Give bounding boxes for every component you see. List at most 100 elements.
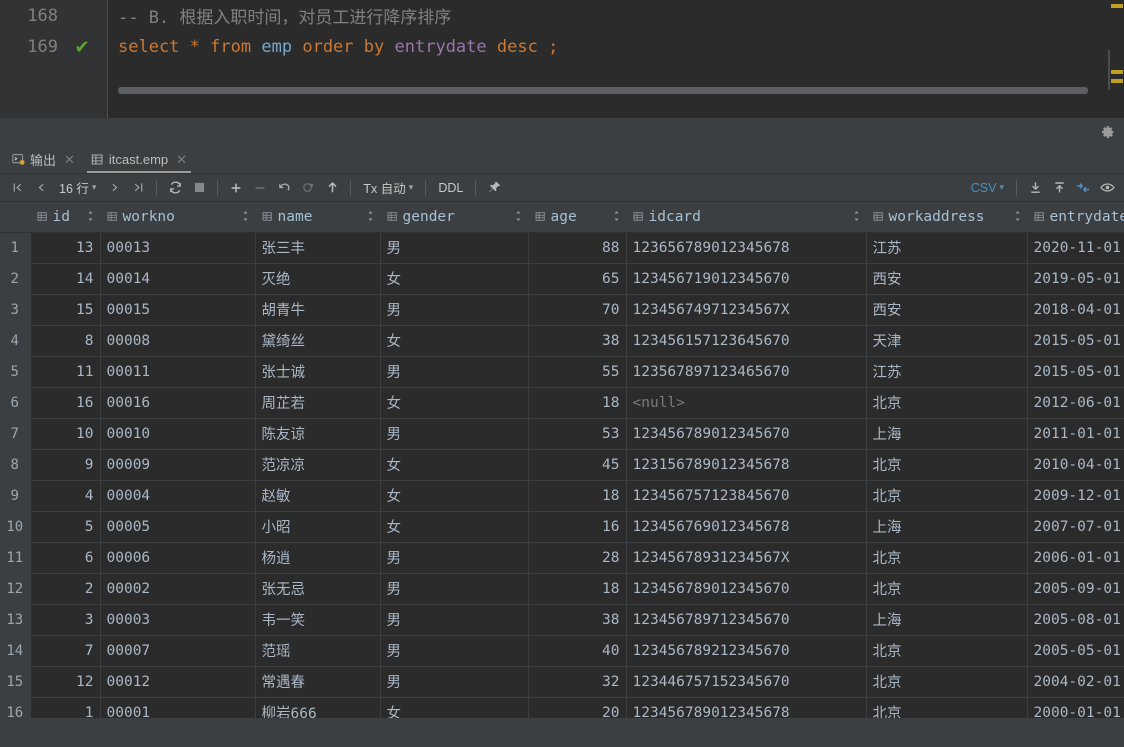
cell-workno[interactable]: 00009 bbox=[100, 449, 256, 481]
cell-age[interactable]: 45 bbox=[528, 449, 627, 481]
cell-gender[interactable]: 女 bbox=[380, 263, 529, 295]
cell-gender[interactable]: 女 bbox=[380, 480, 529, 512]
table-row[interactable]: 4 8 00008 黛绮丝女 38 123456157123645670 天津 2015-05… bbox=[0, 325, 1124, 357]
row-number[interactable]: 6 bbox=[0, 387, 31, 419]
column-header-workno[interactable]: workno bbox=[100, 202, 256, 233]
cell-idcard[interactable]: 123156789012345678 bbox=[626, 449, 867, 481]
cell-idcard[interactable]: <null> bbox=[626, 387, 867, 419]
cell-id[interactable]: 7 bbox=[30, 635, 101, 667]
table-row[interactable]: 9 4 00004 赵敏女 18 123456757123845670 北京 2009-12-… bbox=[0, 480, 1124, 512]
cell-id[interactable]: 3 bbox=[30, 604, 101, 636]
column-header-name[interactable]: name bbox=[255, 202, 381, 233]
table-row[interactable]: 5 11 00011 张士诚男 55 123567897123465670 江苏 2015-0… bbox=[0, 356, 1124, 388]
row-number[interactable]: 13 bbox=[0, 604, 31, 636]
row-number[interactable]: 4 bbox=[0, 325, 31, 357]
table-row[interactable]: 12 2 00002 张无忌男 18 123456789012345670 北京 2005-0… bbox=[0, 573, 1124, 605]
execution-success-icon[interactable]: ✔ bbox=[62, 38, 102, 56]
cell-workaddress[interactable]: 上海 bbox=[866, 511, 1028, 543]
cell-id[interactable]: 11 bbox=[30, 356, 101, 388]
editor-horizontal-scrollbar[interactable] bbox=[118, 87, 1088, 94]
compare-icon[interactable] bbox=[1072, 177, 1094, 199]
cell-age[interactable]: 32 bbox=[528, 666, 627, 698]
analysis-marker[interactable] bbox=[1111, 79, 1123, 83]
gear-icon[interactable] bbox=[1098, 122, 1118, 142]
export-to-top-icon[interactable] bbox=[1048, 177, 1070, 199]
first-page-button[interactable] bbox=[6, 177, 28, 199]
last-page-button[interactable] bbox=[127, 177, 149, 199]
cell-gender[interactable]: 女 bbox=[380, 449, 529, 481]
cell-name[interactable]: 灭绝 bbox=[255, 263, 381, 295]
cell-age[interactable]: 20 bbox=[528, 697, 627, 718]
cell-workno[interactable]: 00004 bbox=[100, 480, 256, 512]
cell-gender[interactable]: 男 bbox=[380, 294, 529, 326]
cell-gender[interactable]: 男 bbox=[380, 635, 529, 667]
cell-name[interactable]: 周芷若 bbox=[255, 387, 381, 419]
cell-workaddress[interactable]: 北京 bbox=[866, 387, 1028, 419]
cell-entrydate[interactable]: 2005-05-01 bbox=[1027, 635, 1124, 667]
cell-name[interactable]: 韦一笑 bbox=[255, 604, 381, 636]
cell-age[interactable]: 88 bbox=[528, 232, 627, 264]
editor-code-line[interactable]: -- B. 根据入职时间，对员工进行降序排序 bbox=[118, 0, 1124, 31]
row-number[interactable]: 14 bbox=[0, 635, 31, 667]
close-icon[interactable]: ✕ bbox=[176, 152, 187, 168]
cell-id[interactable]: 2 bbox=[30, 573, 101, 605]
ddl-button[interactable]: DDL bbox=[433, 181, 468, 195]
cell-name[interactable]: 黛绮丝 bbox=[255, 325, 381, 357]
result-grid-header[interactable]: id workno name gender age idcard workaddress en… bbox=[0, 202, 1124, 233]
row-count-selector[interactable]: 16 行 ▾ bbox=[54, 178, 101, 197]
add-row-button[interactable] bbox=[225, 177, 247, 199]
tab-itcast-emp[interactable]: itcast.emp ✕ bbox=[83, 146, 195, 173]
cell-workno[interactable]: 00007 bbox=[100, 635, 256, 667]
delete-row-button[interactable] bbox=[249, 177, 271, 199]
cell-idcard[interactable]: 123456789212345670 bbox=[626, 635, 867, 667]
row-number[interactable]: 8 bbox=[0, 449, 31, 481]
grid-corner-header[interactable] bbox=[0, 202, 31, 233]
cell-name[interactable]: 范瑶 bbox=[255, 635, 381, 667]
cell-idcard[interactable]: 123456789012345670 bbox=[626, 418, 867, 450]
cell-workno[interactable]: 00010 bbox=[100, 418, 256, 450]
cell-workaddress[interactable]: 西安 bbox=[866, 263, 1028, 295]
cell-name[interactable]: 陈友谅 bbox=[255, 418, 381, 450]
sort-indicator-icon[interactable] bbox=[613, 210, 620, 224]
row-number[interactable]: 1 bbox=[0, 232, 31, 264]
cell-gender[interactable]: 女 bbox=[380, 325, 529, 357]
tab-output[interactable]: 输出 ✕ bbox=[4, 146, 83, 173]
sort-indicator-icon[interactable] bbox=[853, 210, 860, 224]
cell-workaddress[interactable]: 北京 bbox=[866, 480, 1028, 512]
analysis-marker[interactable] bbox=[1111, 4, 1123, 8]
cell-gender[interactable]: 男 bbox=[380, 356, 529, 388]
editor-marker-gutter[interactable] bbox=[1110, 0, 1124, 118]
cell-workaddress[interactable]: 北京 bbox=[866, 542, 1028, 574]
table-row[interactable]: 7 10 00010 陈友谅男 53 123456789012345670 上海 2011-0… bbox=[0, 418, 1124, 450]
cell-workno[interactable]: 00012 bbox=[100, 666, 256, 698]
cell-entrydate[interactable]: 2015-05-01 bbox=[1027, 325, 1124, 357]
table-row[interactable]: 10 5 00005 小昭女 16 123456769012345678 上海 2007-07… bbox=[0, 511, 1124, 543]
cell-idcard[interactable]: 123567897123465670 bbox=[626, 356, 867, 388]
column-header-id[interactable]: id bbox=[30, 202, 101, 233]
cell-idcard[interactable]: 123456157123645670 bbox=[626, 325, 867, 357]
cell-id[interactable]: 12 bbox=[30, 666, 101, 698]
table-row[interactable]: 3 15 00015 胡青牛男 70 12345674971234567X 西安 2018-0… bbox=[0, 294, 1124, 326]
cell-workno[interactable]: 00003 bbox=[100, 604, 256, 636]
table-row[interactable]: 14 7 00007 范瑶男 40 123456789212345670 北京 2005-05… bbox=[0, 635, 1124, 667]
table-row[interactable]: 8 9 00009 范凉凉女 45 123156789012345678 北京 2010-04… bbox=[0, 449, 1124, 481]
cell-entrydate[interactable]: 2010-04-01 bbox=[1027, 449, 1124, 481]
cell-entrydate[interactable]: 2015-05-01 bbox=[1027, 356, 1124, 388]
cell-workaddress[interactable]: 西安 bbox=[866, 294, 1028, 326]
cell-gender[interactable]: 女 bbox=[380, 511, 529, 543]
cell-name[interactable]: 胡青牛 bbox=[255, 294, 381, 326]
cell-gender[interactable]: 女 bbox=[380, 697, 529, 718]
cell-name[interactable]: 赵敏 bbox=[255, 480, 381, 512]
column-header-gender[interactable]: gender bbox=[380, 202, 529, 233]
cell-entrydate[interactable]: 2011-01-01 bbox=[1027, 418, 1124, 450]
cell-entrydate[interactable]: 2019-05-01 bbox=[1027, 263, 1124, 295]
sort-indicator-icon[interactable] bbox=[242, 210, 249, 224]
cell-entrydate[interactable]: 2000-01-01 bbox=[1027, 697, 1124, 718]
cell-name[interactable]: 张无忌 bbox=[255, 573, 381, 605]
cell-gender[interactable]: 男 bbox=[380, 573, 529, 605]
next-page-button[interactable] bbox=[103, 177, 125, 199]
cell-workno[interactable]: 00014 bbox=[100, 263, 256, 295]
result-grid-container[interactable]: id workno name gender age idcard workaddress en… bbox=[0, 202, 1124, 718]
cell-workaddress[interactable]: 天津 bbox=[866, 325, 1028, 357]
cell-id[interactable]: 5 bbox=[30, 511, 101, 543]
